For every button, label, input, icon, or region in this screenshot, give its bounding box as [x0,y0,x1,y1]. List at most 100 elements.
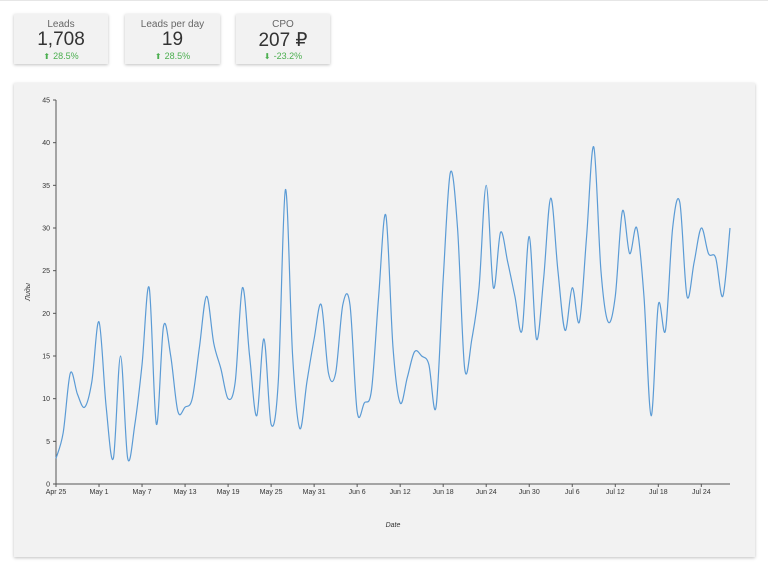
kpi-change: ⬇ -23.2% [236,51,330,61]
y-tick-label: 40 [42,140,50,147]
data-point [377,295,380,298]
data-point [685,295,688,298]
x-tick-label: Jul 24 [692,489,711,496]
arrow-up-icon: ⬆ [154,52,162,61]
x-tick-label: Jul 12 [606,489,625,496]
x-tick-label: Jun 12 [390,489,411,496]
data-point [413,350,416,353]
data-point [556,269,559,272]
arrow-down-icon: ⬇ [263,52,271,61]
data-point [614,295,617,298]
x-tick-label: Jun 30 [519,489,540,496]
data-point [291,355,294,358]
data-point [621,209,624,212]
data-point [729,227,732,230]
y-tick-label: 0 [46,482,50,489]
data-point [392,346,395,349]
data-point [435,406,438,409]
data-point [248,355,251,358]
data-point [714,256,717,259]
data-point [90,380,93,383]
data-point [119,355,122,358]
data-point [463,367,466,370]
x-tick-label: May 13 [174,489,197,496]
kpi-card-leads: Leads 1,708 ⬆ 28.5% [14,14,108,64]
data-point [628,252,631,255]
data-point [148,286,151,289]
x-tick-label: Jul 6 [565,489,580,496]
data-point [212,342,215,345]
data-point [592,145,595,148]
data-point [384,214,387,217]
y-tick-label: 20 [42,311,50,318]
data-point [456,227,459,230]
data-point [169,355,172,358]
data-point [485,184,488,187]
y-axis-label: Лиды [24,282,32,302]
data-point [126,457,129,460]
series-line [55,146,731,462]
data-point [191,397,194,400]
data-point [176,410,179,413]
kpi-card-leads-per-day: Leads per day 19 ⬆ 28.5% [125,14,220,64]
data-point [270,423,273,426]
data-point [55,457,58,460]
kpi-change: ⬆ 28.5% [14,51,108,61]
x-tick-label: Jul 18 [649,489,668,496]
data-point [449,171,452,174]
chart-card: 0 5 10 15 20 25 30 35 40 45 Apr 25 May 1 May 7 May 13… [14,83,755,557]
data-point [370,389,373,392]
data-point [506,261,509,264]
x-tick-label: May 25 [260,489,283,496]
data-point [521,329,524,332]
data-point [162,325,165,328]
data-point [62,431,65,434]
x-tick-label: May 19 [217,489,240,496]
data-point [234,380,237,383]
data-point [241,286,244,289]
data-point [141,363,144,366]
data-point [499,231,502,234]
y-tick-label: 25 [42,268,50,275]
kpi-value: 19 [161,29,184,50]
kpi-value: 1,708 [37,29,85,50]
data-point [348,303,351,306]
x-tick-label: Jun 6 [349,489,366,496]
data-point [693,261,696,264]
kpi-change: ⬆ 28.5% [125,51,220,61]
y-tick-label: 30 [42,226,50,233]
data-point [69,372,72,375]
data-point [219,367,222,370]
data-point [133,423,136,426]
kpi-change-value: -23.2% [273,51,303,61]
data-point [76,393,79,396]
x-tick-label: May 1 [89,489,108,496]
data-point [721,295,724,298]
data-point [607,320,610,323]
data-point [642,295,645,298]
data-point [492,286,495,289]
kpi-value: 207 ₽ [258,30,308,51]
data-point [535,337,538,340]
data-point [327,372,330,375]
data-point [320,303,323,306]
data-point [198,346,201,349]
arrow-up-icon: ⬆ [43,52,51,61]
x-tick-label: May 31 [303,489,326,496]
data-point [262,337,265,340]
x-tick-label: Apr 25 [46,489,67,496]
data-point [528,235,531,238]
data-point [277,380,280,383]
data-point [184,406,187,409]
data-point [542,278,545,281]
data-point [664,329,667,332]
x-tick-label: May 7 [133,489,152,496]
data-point [83,406,86,409]
x-tick-label: Jun 24 [476,489,497,496]
data-point [205,295,208,298]
y-tick-label: 45 [42,98,50,105]
data-point [399,401,402,404]
y-tick-label: 10 [42,396,50,403]
data-point [420,355,423,358]
data-point [341,303,344,306]
